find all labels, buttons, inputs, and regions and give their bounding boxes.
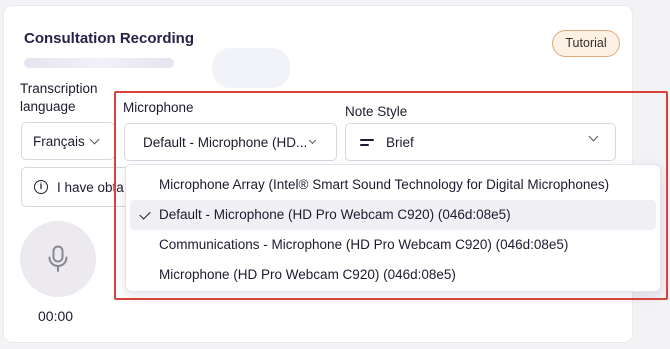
option-label: Default - Microphone (HD Pro Webcam C920…	[159, 207, 511, 222]
microphone-option[interactable]: Communications - Microphone (HD Pro Webc…	[130, 230, 656, 260]
microphone-option[interactable]: Microphone (HD Pro Webcam C920) (046d:08…	[130, 260, 656, 290]
option-label: Microphone (HD Pro Webcam C920) (046d:08…	[159, 267, 456, 282]
microphone-option[interactable]: Default - Microphone (HD Pro Webcam C920…	[130, 200, 656, 230]
lines-icon	[360, 138, 374, 147]
note-style-label: Note Style	[345, 104, 408, 119]
transcription-language-label: Transcription language	[20, 81, 98, 114]
consent-text: I have obta	[57, 179, 124, 195]
microphone-select[interactable]: Default - Microphone (HD...	[124, 123, 337, 161]
chevron-down-icon	[588, 131, 599, 142]
transcription-language-select[interactable]: Français	[21, 122, 115, 160]
note-style-select[interactable]: Brief	[345, 123, 616, 161]
recording-timer: 00:00	[38, 308, 74, 324]
chevron-down-icon	[309, 136, 317, 145]
microphone-label: Microphone	[123, 100, 194, 115]
chevron-down-icon	[89, 134, 100, 144]
microphone-option[interactable]: Microphone Array (Intel® Smart Sound Tec…	[130, 170, 656, 200]
info-icon: i	[34, 180, 48, 194]
tutorial-button[interactable]: Tutorial	[552, 30, 620, 57]
check-icon	[139, 208, 151, 220]
microphone-icon	[48, 245, 68, 272]
microphone-value: Default - Microphone (HD...	[143, 134, 308, 150]
blurred-subtitle	[24, 58, 174, 68]
note-style-value: Brief	[386, 134, 414, 150]
option-label: Microphone Array (Intel® Smart Sound Tec…	[159, 177, 610, 192]
microphone-dropdown-menu: Microphone Array (Intel® Smart Sound Tec…	[125, 164, 661, 292]
transcription-language-value: Français	[33, 133, 85, 149]
card-title: Consultation Recording	[24, 30, 194, 47]
option-label: Communications - Microphone (HD Pro Webc…	[159, 237, 569, 252]
record-button[interactable]	[20, 221, 96, 297]
blurred-element	[212, 48, 290, 88]
